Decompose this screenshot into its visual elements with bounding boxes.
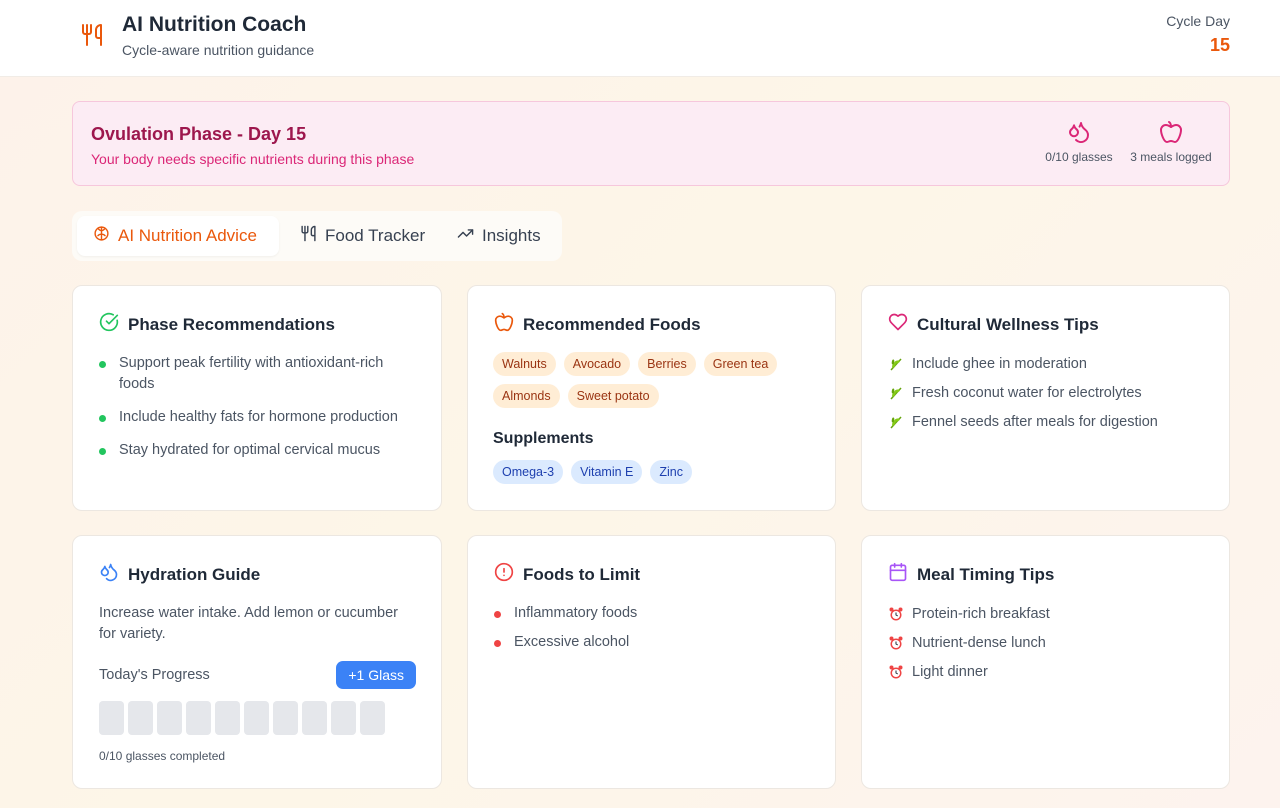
bullet-dot [99, 448, 106, 455]
water-stat: 0/10 glasses [1045, 120, 1113, 164]
supplement-chips: Omega-3 Vitamin E Zinc [493, 460, 813, 484]
apple-icon [494, 312, 514, 337]
bullet-dot [99, 361, 106, 368]
food-chip: Sweet potato [567, 384, 659, 408]
meals-stat: 3 meals logged [1127, 120, 1215, 164]
card-title: Foods to Limit [523, 564, 641, 584]
trending-up-icon [457, 225, 474, 247]
alarm-clock-icon [888, 664, 904, 680]
food-chips: Walnuts Avocado Berries Green tea Almond… [493, 352, 813, 408]
glass-slot [360, 701, 385, 735]
glass-count-label: 0/10 glasses completed [99, 749, 226, 763]
app-title: AI Nutrition Coach [122, 13, 307, 36]
apple-icon [1127, 120, 1215, 144]
list-item: Nutrient-dense lunch [888, 632, 1208, 653]
progress-label: Today's Progress [99, 667, 210, 683]
check-circle-icon [99, 312, 119, 337]
list-item: Excessive alcohol [494, 632, 814, 653]
bullet-dot [99, 415, 106, 422]
supplement-chip: Zinc [650, 460, 692, 484]
supplement-chip: Omega-3 [493, 460, 564, 484]
tab-label: Insights [482, 226, 541, 245]
utensils-icon [80, 23, 104, 47]
glass-slot [157, 701, 182, 735]
phase-recommendations-card: Phase Recommendations Support peak ferti… [72, 285, 442, 511]
card-title: Cultural Wellness Tips [917, 314, 1099, 334]
list-item: Stay hydrated for optimal cervical mucus [99, 440, 419, 461]
hydration-guide-card: Hydration Guide Increase water intake. A… [72, 535, 442, 789]
list-item: Support peak fertility with antioxidant-… [99, 353, 419, 395]
list-item: Include healthy fats for hormone product… [99, 407, 419, 428]
tab-ai-nutrition-advice[interactable]: AI Nutrition Advice [77, 216, 279, 256]
card-title: Phase Recommendations [128, 314, 335, 334]
cycle-day-label: Cycle Day [1166, 13, 1230, 29]
food-chip: Avocado [563, 352, 631, 376]
droplets-icon [99, 562, 119, 587]
heart-icon [888, 312, 908, 337]
glass-slot [215, 701, 240, 735]
water-stat-label: 0/10 glasses [1045, 150, 1113, 164]
glass-slot [244, 701, 269, 735]
list-item: Include ghee in moderation [888, 353, 1208, 374]
herb-icon [888, 414, 904, 430]
tab-insights[interactable]: Insights [441, 216, 557, 256]
card-title: Hydration Guide [128, 564, 261, 584]
glass-slot [186, 701, 211, 735]
recommended-foods-card: Recommended Foods Walnuts Avocado Berrie… [467, 285, 836, 511]
list-item: Inflammatory foods [494, 603, 814, 624]
tab-food-tracker[interactable]: Food Tracker [284, 216, 441, 256]
list-item: Protein-rich breakfast [888, 603, 1208, 624]
supplement-chip: Vitamin E [571, 460, 643, 484]
glass-slot [302, 701, 327, 735]
card-title: Meal Timing Tips [917, 564, 1055, 584]
hydration-text: Increase water intake. Add lemon or cucu… [99, 605, 399, 642]
glass-tracker [99, 701, 385, 735]
food-chip: Walnuts [493, 352, 556, 376]
food-chip: Green tea [703, 352, 778, 376]
tab-label: Food Tracker [325, 226, 426, 245]
phase-subtitle: Your body needs specific nutrients durin… [91, 151, 415, 167]
glass-slot [99, 701, 124, 735]
glass-slot [331, 701, 356, 735]
herb-icon [888, 356, 904, 372]
list-item: Fresh coconut water for electrolytes [888, 382, 1208, 403]
herb-icon [888, 385, 904, 401]
glass-slot [273, 701, 298, 735]
foods-to-limit-card: Foods to Limit Inflammatory foods Excess… [467, 535, 836, 789]
meal-timing-card: Meal Timing Tips Protein-rich breakfast … [861, 535, 1230, 789]
cycle-day-value: 15 [1209, 35, 1230, 55]
droplets-icon [1045, 120, 1113, 144]
alarm-clock-icon [888, 606, 904, 622]
alarm-clock-icon [888, 635, 904, 651]
cultural-wellness-card: Cultural Wellness Tips Include ghee in m… [861, 285, 1230, 511]
tab-label: AI Nutrition Advice [118, 226, 257, 245]
calendar-icon [888, 562, 908, 587]
utensils-icon [300, 225, 317, 247]
tab-bar: AI Nutrition Advice Food Tracker Insight… [72, 211, 562, 261]
meals-stat-label: 3 meals logged [1130, 150, 1212, 164]
list-item: Fennel seeds after meals for digestion [888, 411, 1208, 432]
bullet-dot [494, 640, 501, 647]
phase-banner: Ovulation Phase - Day 15 Your body needs… [72, 101, 1230, 186]
food-chip: Almonds [493, 384, 560, 408]
phase-title: Ovulation Phase - Day 15 [91, 124, 307, 144]
bullet-dot [494, 611, 501, 618]
list-item: Light dinner [888, 661, 1208, 682]
card-title: Recommended Foods [523, 314, 701, 334]
add-glass-button[interactable]: +1 Glass [336, 661, 416, 689]
supplements-title: Supplements [493, 430, 594, 447]
glass-slot [128, 701, 153, 735]
food-chip: Berries [638, 352, 696, 376]
brain-icon [93, 225, 110, 247]
app-header: AI Nutrition Coach Cycle-aware nutrition… [0, 0, 1280, 77]
alert-circle-icon [494, 562, 514, 587]
app-subtitle: Cycle-aware nutrition guidance [122, 42, 315, 58]
